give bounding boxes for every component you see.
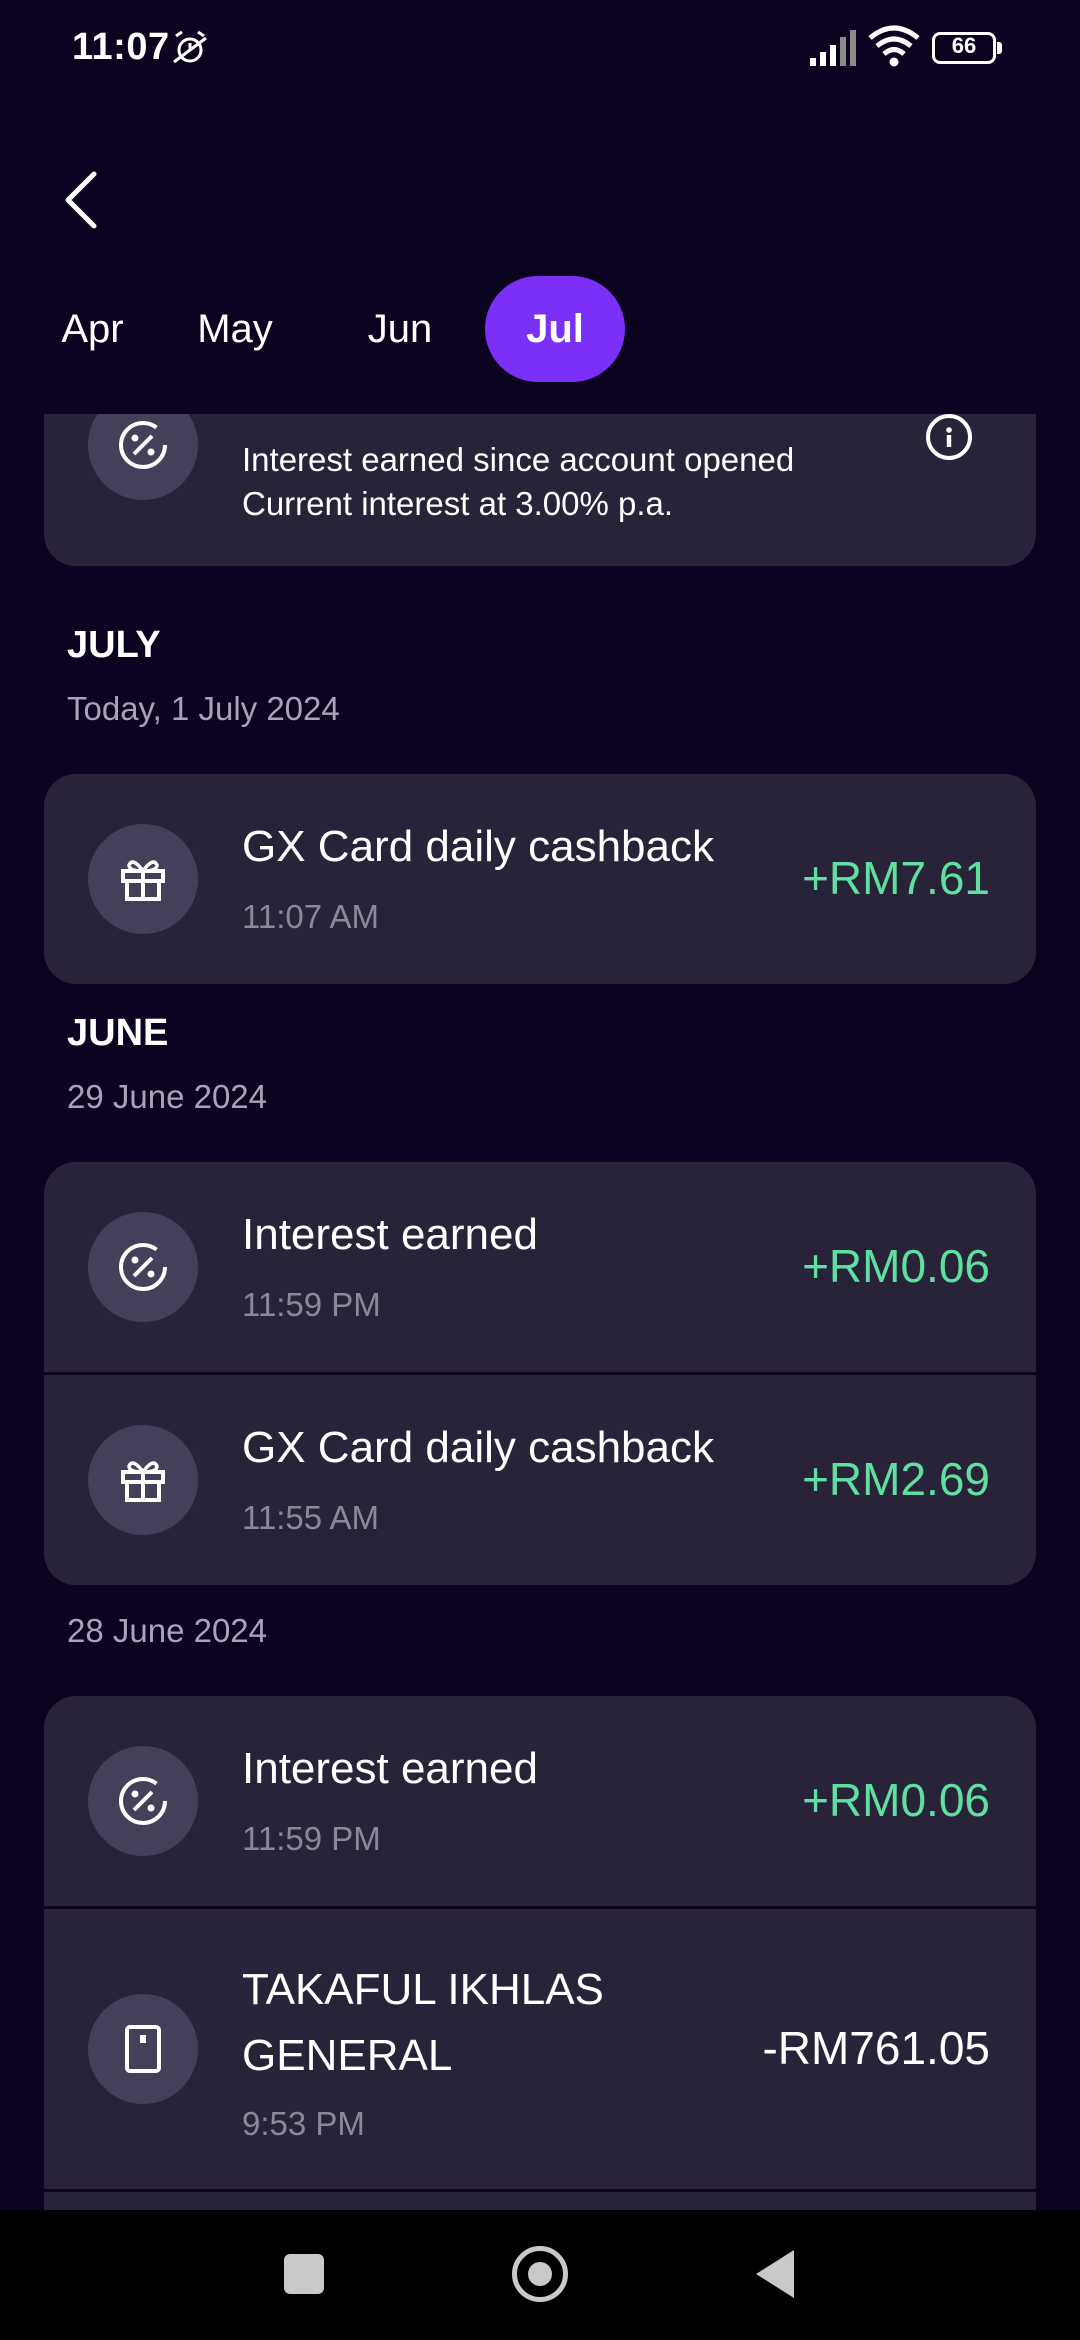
percent-icon <box>88 414 198 500</box>
tab-may[interactable]: May <box>155 276 315 382</box>
transaction-row[interactable]: TAKAFUL IKHLAS GENERAL 9:53 PM -RM761.05 <box>44 1909 1036 2189</box>
transaction-time: 11:59 PM <box>242 1286 381 1323</box>
interest-summary-text: Interest earned since account opened Cur… <box>242 438 794 526</box>
transaction-amount: +RM7.61 <box>802 852 990 904</box>
info-icon[interactable] <box>926 414 972 460</box>
percent-icon <box>88 1212 198 1322</box>
month-tabs: Apr May Jun Jul <box>30 276 625 382</box>
alarm-off-icon <box>173 30 207 64</box>
wifi-icon <box>868 25 920 67</box>
home-icon-dot <box>528 2262 552 2286</box>
tab-apr[interactable]: Apr <box>30 276 155 382</box>
interest-rate-line: Current interest at 3.00% p.a. <box>242 485 674 522</box>
transaction-title: Interest earned <box>242 1210 538 1259</box>
section-title-june: JUNE <box>67 1012 169 1054</box>
transaction-group: GX Card daily cashback 11:07 AM +RM7.61 <box>44 774 1036 984</box>
transaction-row[interactable]: Interest earned 11:59 PM +RM0.06 <box>44 1162 1036 1372</box>
date-label: Today, 1 July 2024 <box>67 690 340 727</box>
percent-icon <box>88 1746 198 1856</box>
transaction-time: 11:55 AM <box>242 1499 379 1536</box>
gift-icon <box>88 824 198 934</box>
screen: 11:07 66 Apr May Jun Jul Interest earned… <box>0 0 1080 2340</box>
transaction-group: Interest earned 11:59 PM +RM0.06 TAKAFUL… <box>44 1696 1036 2210</box>
transaction-title: TAKAFUL IKHLAS GENERAL <box>242 1965 604 2080</box>
transaction-amount: +RM0.06 <box>802 1774 990 1826</box>
transaction-title: Interest earned <box>242 1744 538 1793</box>
battery-level: 66 <box>951 33 977 58</box>
transaction-amount: +RM0.06 <box>802 1240 990 1292</box>
tab-jul[interactable]: Jul <box>485 276 625 382</box>
transaction-row[interactable]: GX Card daily cashback 11:55 AM +RM2.69 <box>44 1375 1036 1585</box>
transaction-title: GX Card daily cashback <box>242 1423 714 1472</box>
row-divider <box>44 2189 1036 2192</box>
date-label: 28 June 2024 <box>67 1612 268 1649</box>
back-button[interactable] <box>50 160 110 240</box>
system-nav-bar <box>0 2210 1080 2340</box>
status-time: 11:07 <box>72 26 170 68</box>
transaction-amount: +RM2.69 <box>802 1453 990 1505</box>
interest-summary-line1: Interest earned since account opened <box>242 441 795 478</box>
home-icon[interactable] <box>512 2246 568 2302</box>
transaction-title: GX Card daily cashback <box>242 822 714 871</box>
card-icon <box>88 1994 198 2104</box>
transaction-list[interactable]: Interest earned since account opened Cur… <box>0 414 1080 2210</box>
battery-icon: 66 <box>932 32 1002 64</box>
tab-jun[interactable]: Jun <box>315 276 485 382</box>
date-label: 29 June 2024 <box>67 1078 268 1115</box>
transaction-row[interactable]: GX Card daily cashback 11:07 AM +RM7.61 <box>44 774 1036 984</box>
back-icon[interactable] <box>756 2250 794 2298</box>
signal-icon <box>810 30 856 66</box>
battery-tip <box>997 42 1002 54</box>
recents-icon[interactable] <box>284 2254 324 2294</box>
section-title-july: JULY <box>67 624 161 666</box>
transaction-group: Interest earned 11:59 PM +RM0.06 GX Card… <box>44 1162 1036 1585</box>
gift-icon <box>88 1425 198 1535</box>
chevron-left-icon <box>65 171 97 229</box>
transaction-time: 9:53 PM <box>242 2105 365 2142</box>
transaction-row[interactable]: Interest earned 11:59 PM +RM0.06 <box>44 1696 1036 1906</box>
transaction-amount: -RM761.05 <box>762 2022 990 2074</box>
transaction-time: 11:07 AM <box>242 898 379 935</box>
interest-summary-card: Interest earned since account opened Cur… <box>44 414 1036 566</box>
status-bar: 11:07 66 <box>0 0 1080 100</box>
transaction-time: 11:59 PM <box>242 1820 381 1857</box>
